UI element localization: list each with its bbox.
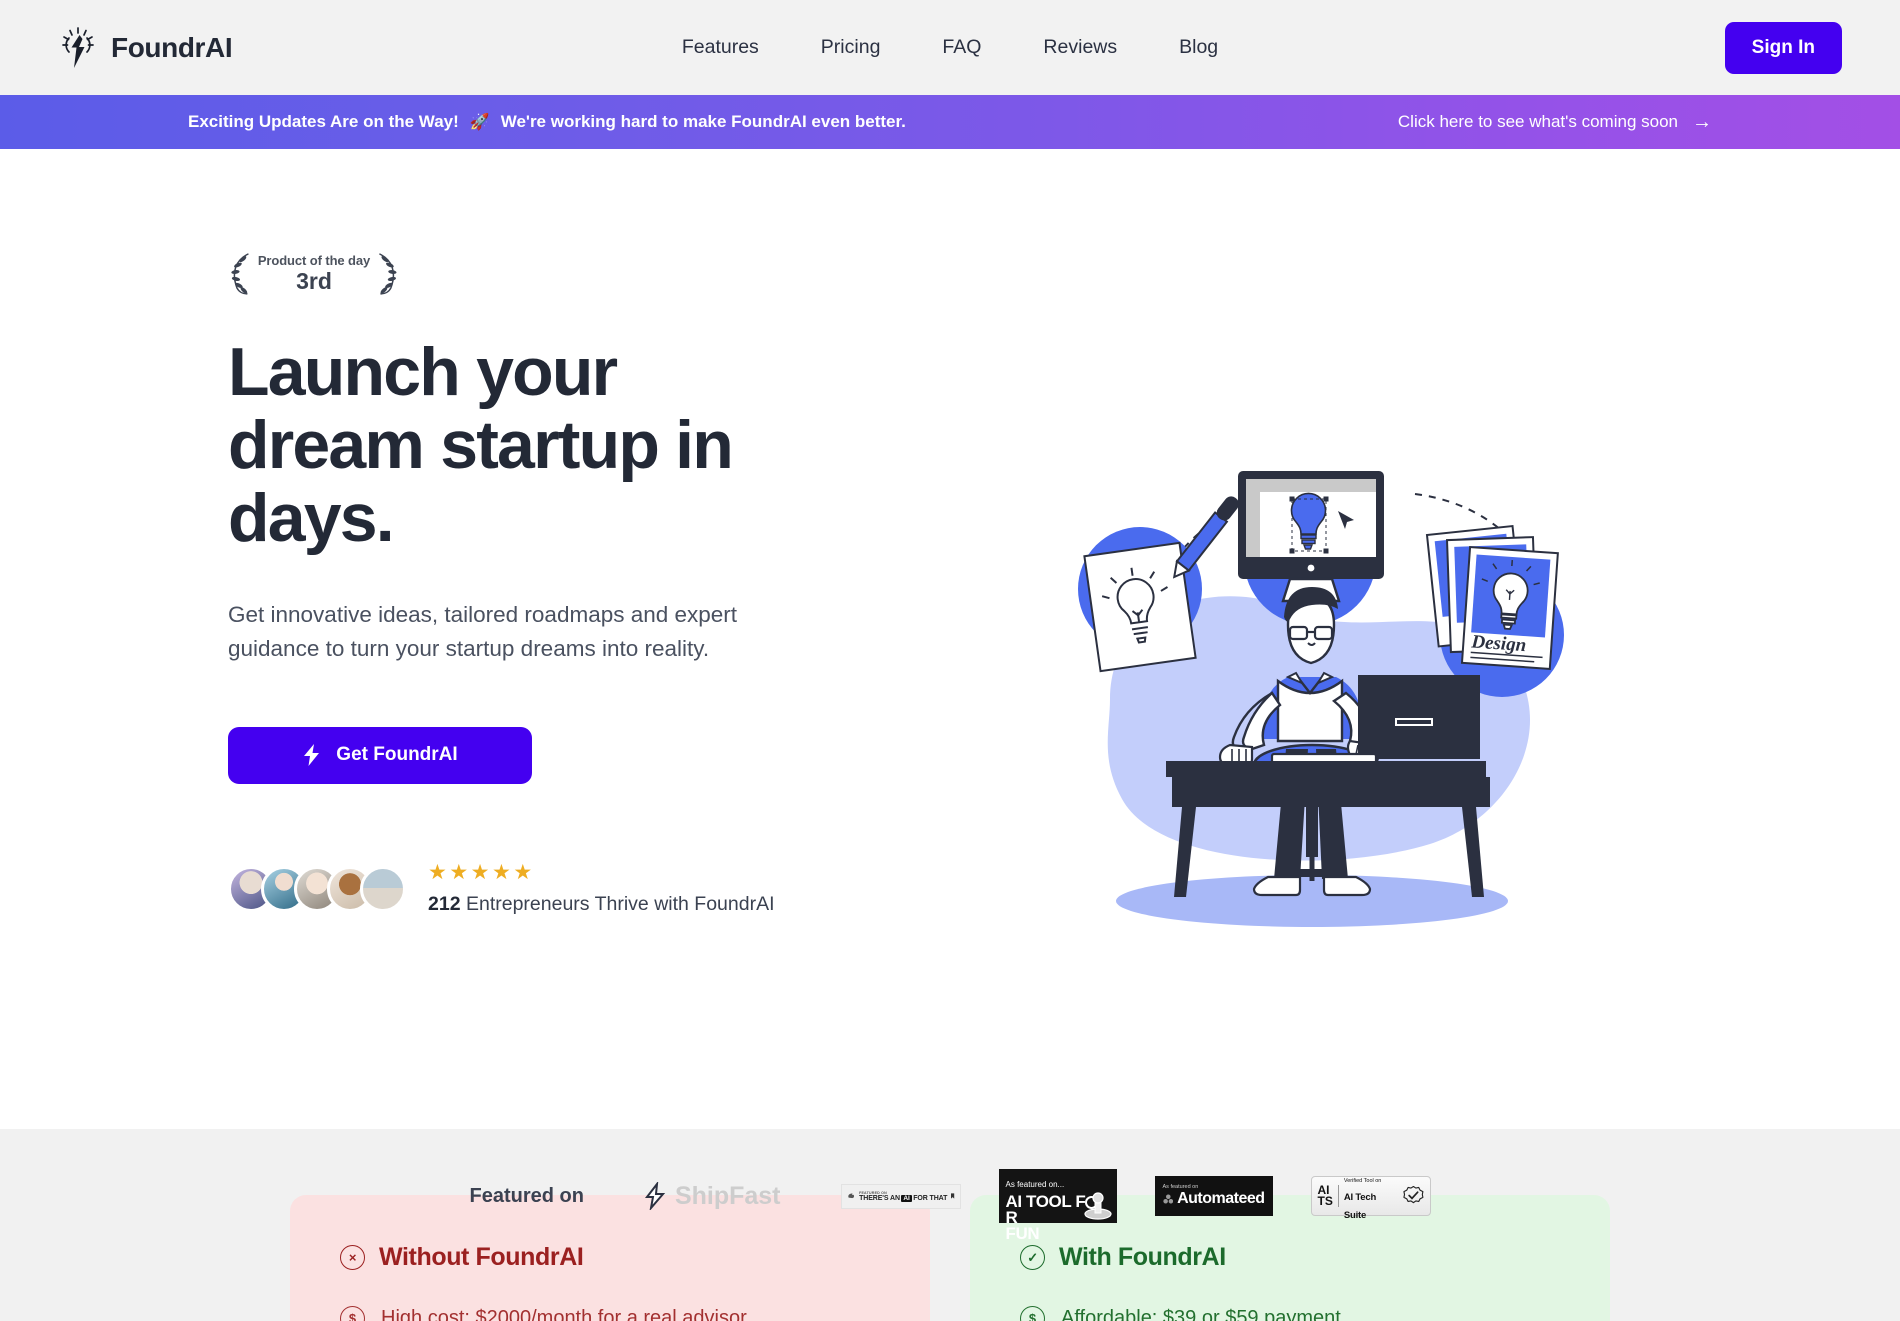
entrepreneur-count: 212 (428, 892, 461, 915)
automateed-name: Automateed (1177, 1190, 1265, 1207)
aits-monogram: AI TS (1317, 1184, 1339, 1208)
aits-sub: Verified Tool on (1343, 1178, 1382, 1184)
nav-item-features[interactable]: Features (682, 36, 759, 59)
verified-seal-icon (1403, 1185, 1424, 1204)
hero-section: Product of the day 3rd Launch your dream… (0, 149, 1900, 1242)
avatar-stack (228, 865, 406, 912)
aits-name: AI Tech Suite (1343, 1192, 1377, 1221)
banner-message: Exciting Updates Are on the Way! 🚀 We're… (188, 112, 906, 132)
aits-mark2: TS (1317, 1194, 1333, 1208)
brand-name: FoundrAI (111, 31, 233, 63)
aitool-sub: As featured on... (1005, 1180, 1065, 1189)
main-navigation: Features Pricing FAQ Reviews Blog (682, 36, 1218, 59)
lightning-bolt-logo-icon (62, 26, 94, 68)
nav-item-faq[interactable]: FAQ (942, 36, 981, 59)
hero-illustration: Design (1040, 449, 1580, 959)
laurel-right-icon (379, 253, 397, 295)
site-header: FoundrAI Features Pricing FAQ Reviews Bl… (0, 0, 1900, 95)
with-card-title: With FoundrAI (1059, 1243, 1226, 1271)
without-card-header: × Without FoundrAI (340, 1243, 880, 1272)
comparison-section: × Without FoundrAI $ High cost: $2000/mo… (0, 1129, 1900, 1321)
hero-subheadline: Get innovative ideas, tailored roadmaps … (228, 602, 738, 662)
joystick-icon (1083, 1192, 1112, 1220)
banner-headline: Exciting Updates Are on the Way! (188, 112, 459, 131)
laurel-left-icon (231, 253, 249, 295)
rating-block: ★ ★ ★ ★ ★ 212 Entrepreneurs Thrive with … (428, 862, 775, 916)
lightning-bolt-icon (304, 744, 320, 767)
ai-tool-for-fun-badge[interactable]: As featured on... AI TOOL FR FUN (998, 1169, 1117, 1242)
star-icon: ★ (449, 860, 469, 884)
designer-workspace-illustration: Design (1078, 471, 1564, 927)
sign-in-button[interactable]: Sign In (1724, 21, 1842, 74)
shipfast-badge[interactable]: ShipFast (644, 1182, 781, 1211)
taft-text: FEATURED ON THERE'S AN AI FOR THAT (859, 1191, 947, 1202)
star-rating: ★ ★ ★ ★ ★ (428, 862, 775, 883)
badge-text: Product of the day 3rd (258, 253, 370, 294)
get-foundrai-button[interactable]: Get FoundrAI (228, 726, 532, 784)
with-item-text: Affordable: $39 or $59 payment (1061, 1307, 1341, 1321)
star-icon: ★ (428, 860, 447, 884)
arrow-right-icon: → (1692, 111, 1712, 133)
aits-text: Verified Tool on AI Tech Suite (1344, 1169, 1398, 1223)
star-icon: ★ (513, 860, 533, 884)
automateed-dots-icon (1162, 1194, 1173, 1204)
nav-item-reviews[interactable]: Reviews (1043, 36, 1117, 59)
social-proof-text: 212 Entrepreneurs Thrive with FoundrAI (428, 893, 775, 916)
automateed-badge[interactable]: As featured on Automateed (1154, 1176, 1273, 1216)
taft-main: THERE'S AN AI FOR THAT (859, 1194, 948, 1202)
with-card-header: ✓ With FoundrAI (1020, 1243, 1560, 1272)
brand-logo[interactable]: FoundrAI (58, 26, 233, 70)
hero-headline: Launch your dream startup in days. (228, 334, 734, 556)
featured-on-row: Featured on ShipFast FEATURED ON THERE'S… (0, 1169, 1900, 1242)
theres-an-ai-for-that-badge[interactable]: FEATURED ON THERE'S AN AI FOR THAT (840, 1183, 961, 1209)
circle-check-icon: ✓ (1020, 1245, 1045, 1270)
cta-label: Get FoundrAI (336, 744, 458, 766)
hero-content: Product of the day 3rd Launch your dream… (228, 149, 888, 1129)
social-proof: ★ ★ ★ ★ ★ 212 Entrepreneurs Thrive with … (228, 862, 888, 916)
star-icon: ★ (491, 860, 511, 884)
announcement-banner: Exciting Updates Are on the Way! 🚀 We're… (0, 95, 1900, 149)
without-card-item: $ High cost: $2000/month for a real advi… (340, 1306, 880, 1321)
star-icon: ★ (470, 860, 490, 884)
product-of-the-day-badge: Product of the day 3rd (228, 252, 400, 296)
rocket-icon: 🚀 (469, 114, 490, 131)
bookmark-icon (951, 1193, 955, 1199)
avatar (360, 865, 406, 912)
badge-title: Product of the day (257, 253, 371, 269)
without-card-title: Without FoundrAI (379, 1243, 584, 1271)
aitool-line2: FUN (1005, 1224, 1040, 1244)
banner-subtext: We're working hard to make FoundrAI even… (500, 112, 906, 131)
taft-post: FOR THAT (913, 1194, 948, 1202)
banner-cta-label: Click here to see what's coming soon (1397, 112, 1678, 131)
nav-item-blog[interactable]: Blog (1179, 36, 1218, 59)
entrepreneur-label: Entrepreneurs Thrive with FoundrAI (460, 892, 775, 915)
without-item-text: High cost: $2000/month for a real adviso… (381, 1307, 747, 1321)
taft-mascot-icon (847, 1193, 854, 1199)
taft-pre: THERE'S AN (859, 1194, 900, 1202)
taft-ai-chip: AI (901, 1194, 912, 1202)
featured-on-label: Featured on (469, 1184, 584, 1207)
aitool-line1: AI TOOL F (1005, 1192, 1086, 1211)
circle-x-icon: × (340, 1245, 365, 1270)
automateed-name-row: Automateed (1162, 1190, 1265, 1208)
nav-item-pricing[interactable]: Pricing (821, 36, 881, 59)
banner-cta-link[interactable]: Click here to see what's coming soon → (1398, 112, 1712, 132)
shipfast-label: ShipFast (674, 1181, 781, 1210)
with-card-item: $ Affordable: $39 or $59 payment (1020, 1306, 1560, 1321)
dollar-circle-icon: $ (1020, 1306, 1045, 1321)
ai-tech-suite-badge[interactable]: AI TS Verified Tool on AI Tech Suite (1310, 1176, 1431, 1221)
shipfast-bolt-icon (644, 1182, 666, 1210)
dollar-circle-icon: $ (340, 1306, 365, 1321)
badge-rank: 3rd (296, 268, 332, 295)
